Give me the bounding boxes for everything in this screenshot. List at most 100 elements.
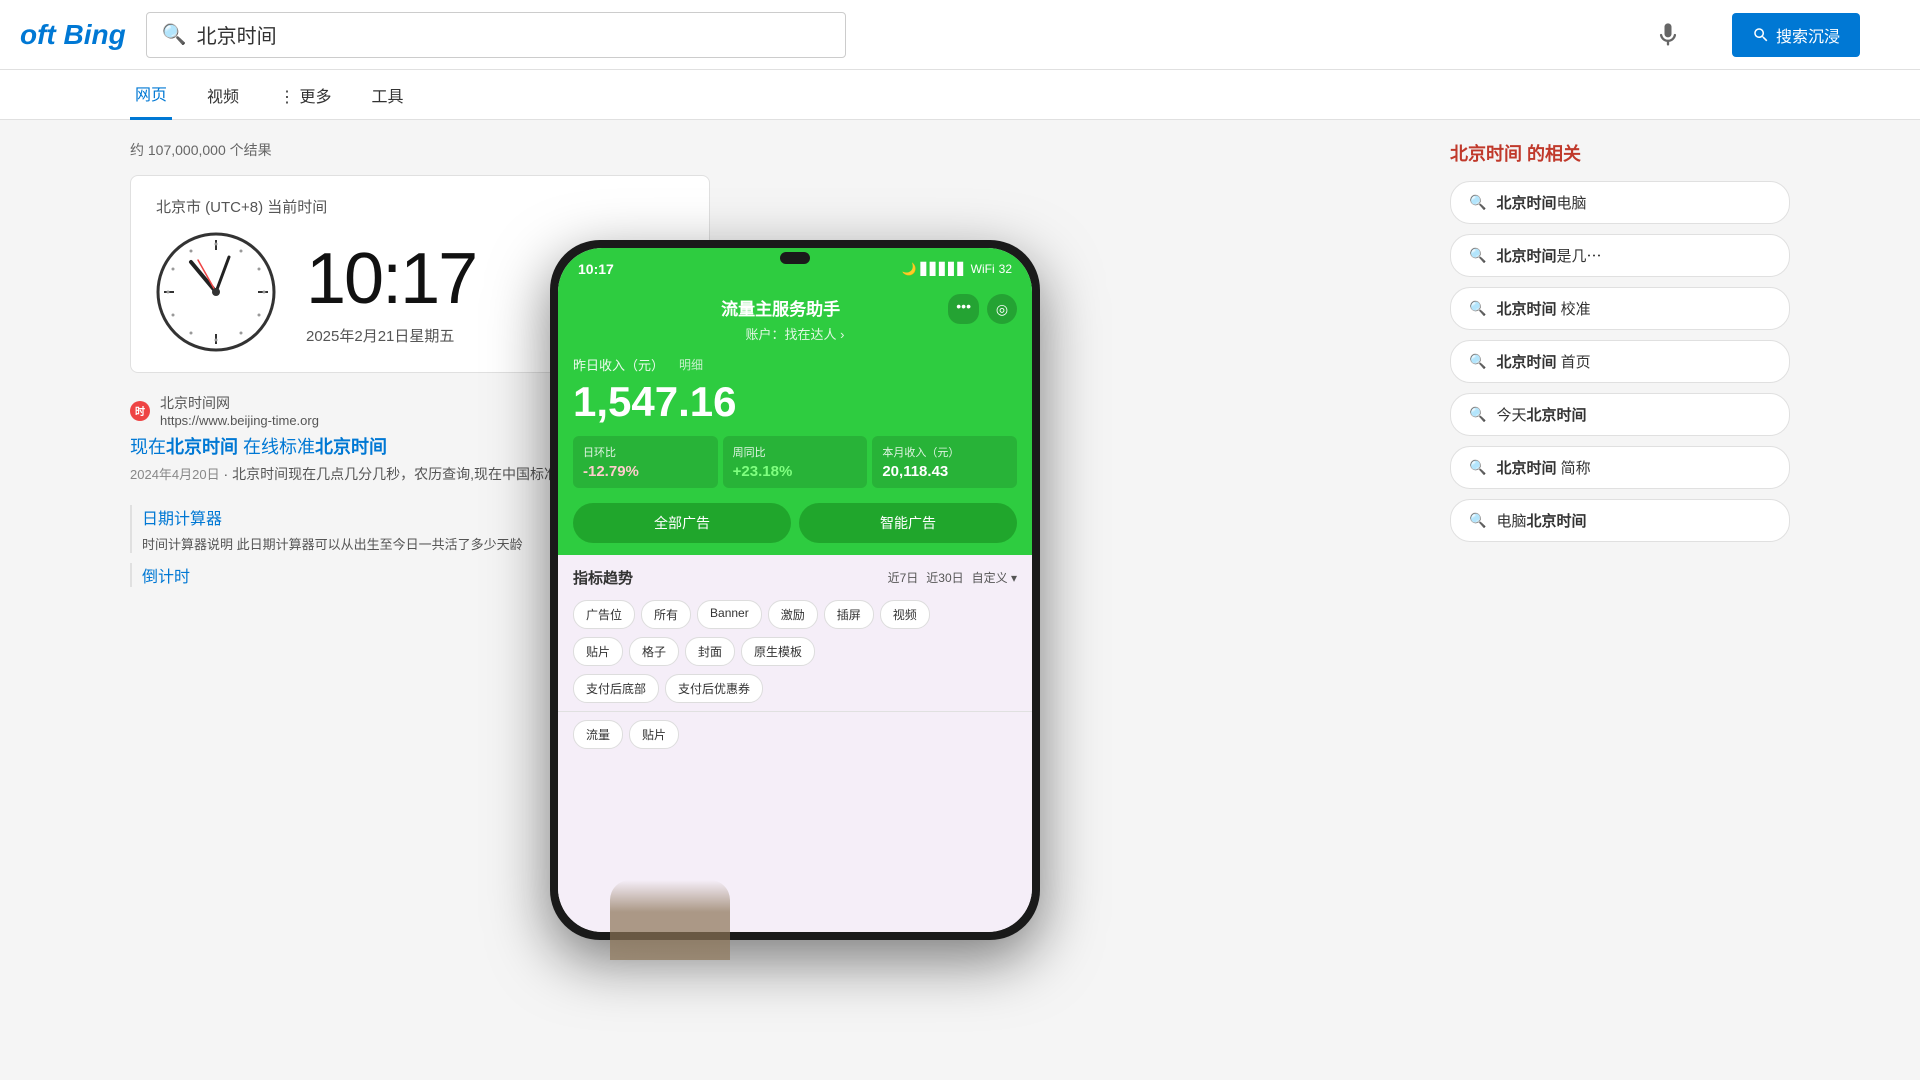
phone-notch [780,252,810,264]
tag-grid[interactable]: 格子 [629,637,679,666]
analog-clock [156,232,276,352]
highlight-1: 北京时间 [166,437,238,457]
related-search-icon-3: 🔍 [1469,353,1486,370]
stat-daily: 日环比 -12.79% [573,436,718,488]
time-widget-title: 北京市 (UTC+8) 当前时间 [156,196,684,217]
stat-daily-value: -12.79% [583,463,708,480]
search-icon: 🔍 [162,22,187,47]
tags-row-4: 流量 贴片 [573,720,1017,749]
all-ads-btn[interactable]: 全部广告 [573,503,791,543]
related-item-0[interactable]: 🔍 北京时间电脑 [1450,181,1790,224]
filter-30days[interactable]: 近30日 [926,569,963,586]
smart-ads-btn[interactable]: 智能广告 [799,503,1017,543]
nav-tabs: 网页 视频 ⋮ 更多 工具 [0,70,1920,120]
tag-all[interactable]: 所有 [641,600,691,629]
phone-status-time: 10:17 [578,261,614,277]
phone-stats: 日环比 -12.79% 周同比 +23.18% 本月收入（元） 20,118.4… [573,436,1017,488]
related-title-text: 北京时间 的相关 [1450,144,1581,164]
tab-tools[interactable]: 工具 [366,70,408,120]
related-item-label-5: 北京时间 简称 [1496,457,1590,478]
related-item-label-1: 北京时间是几⋯ [1496,245,1601,266]
related-item-label-2: 北京时间 校准 [1496,298,1590,319]
tag-traffic[interactable]: 流量 [573,720,623,749]
phone-status-bar: 10:17 🌙 ▋▋▋▋▋ WiFi 32 [558,248,1032,284]
search-input[interactable]: 北京时间 [197,20,830,49]
tag-pay-bottom[interactable]: 支付后底部 [573,674,659,703]
tag-adslot[interactable]: 广告位 [573,600,635,629]
search-button[interactable]: 搜索沉浸 [1732,13,1860,57]
search-btn-label: 搜索沉浸 [1776,23,1840,47]
bing-logo: oft Bing [20,19,126,51]
related-item-3[interactable]: 🔍 北京时间 首页 [1450,340,1790,383]
phone-earnings-row: 昨日收入（元） 明细 [573,355,1017,374]
result-date: 2024年4月20日 [130,467,220,482]
battery-icon: 32 [999,262,1012,276]
phone-account: 账户：找在达人 › [573,324,1017,343]
tags-row-1: 广告位 所有 Banner 激励 插屏 视频 [573,600,1017,629]
main-content: 约 107,000,000 个结果 北京市 (UTC+8) 当前时间 [0,120,1920,612]
related-item-label-3: 北京时间 首页 [1496,351,1590,372]
tag-cover[interactable]: 封面 [685,637,735,666]
related-title: 北京时间 的相关 [1450,140,1790,166]
related-item-label-0: 北京时间电脑 [1496,192,1586,213]
stat-monthly: 本月收入（元） 20,118.43 [872,436,1017,488]
related-item-5[interactable]: 🔍 北京时间 简称 [1450,446,1790,489]
header-right: 搜索沉浸 [1654,13,1860,57]
tag-patch[interactable]: 贴片 [573,637,623,666]
related-item-6[interactable]: 🔍 电脑北京时间 [1450,499,1790,542]
filter-7days[interactable]: 近7日 [888,569,919,586]
moon-icon: 🌙 [902,262,917,276]
signal-icon: ▋▋▋▋▋ [920,262,966,276]
tag-incentive[interactable]: 激励 [768,600,818,629]
section-title: 指标趋势 [573,567,633,588]
tag-sticker[interactable]: 贴片 [629,720,679,749]
stat-weekly-label: 周同比 [733,444,858,460]
tag-native[interactable]: 原生模板 [741,637,815,666]
header: oft Bing 🔍 北京时间 搜索沉浸 [0,0,1920,70]
related-search-icon-1: 🔍 [1469,247,1486,264]
phone-screen: 10:17 🌙 ▋▋▋▋▋ WiFi 32 流量主服务助手 [558,248,1032,932]
mic-button[interactable] [1654,21,1682,49]
tag-banner[interactable]: Banner [697,600,762,629]
related-list: 🔍 北京时间电脑 🔍 北京时间是几⋯ 🔍 北京时间 校准 🔍 北京时间 首页 🔍… [1450,181,1790,542]
phone-app-header: 流量主服务助手 ••• ◎ 账户：找在达人 › 昨日收入（元） 明细 1,547… [558,284,1032,503]
phone-amount: 1,547.16 [573,378,1017,426]
phone-body: 10:17 🌙 ▋▋▋▋▋ WiFi 32 流量主服务助手 [550,240,1040,940]
more-btn[interactable]: ••• [948,294,979,324]
related-search-icon-5: 🔍 [1469,459,1486,476]
hand-decoration [610,880,730,960]
right-column: 北京时间 的相关 🔍 北京时间电脑 🔍 北京时间是几⋯ 🔍 北京时间 校准 🔍 … [1450,140,1790,592]
phone-status-icons: 🌙 ▋▋▋▋▋ WiFi 32 [902,262,1012,276]
related-item-label-6: 电脑北京时间 [1496,510,1586,531]
tag-pay-coupon[interactable]: 支付后优惠券 [665,674,763,703]
related-search-icon-0: 🔍 [1469,194,1486,211]
search-bar[interactable]: 🔍 北京时间 [146,12,846,58]
related-item-4[interactable]: 🔍 今天北京时间 [1450,393,1790,436]
result-count: 约 107,000,000 个结果 [130,140,710,160]
phone-overlay: 10:17 🌙 ▋▋▋▋▋ WiFi 32 流量主服务助手 [530,240,1060,960]
filter-custom[interactable]: 自定义 ▾ [972,569,1017,586]
current-time: 10:17 [306,238,476,320]
stat-monthly-value: 20,118.43 [882,463,1007,480]
tab-more[interactable]: ⋮ 更多 [274,70,336,120]
tags-row-3: 支付后底部 支付后优惠券 [573,674,1017,703]
tab-video[interactable]: 视频 [202,70,244,120]
favicon: 时 [130,401,150,421]
current-date: 2025年2月21日星期五 [306,325,476,346]
phone-section-header: 指标趋势 近7日 近30日 自定义 ▾ [573,567,1017,588]
divider [558,711,1032,712]
tag-video[interactable]: 视频 [880,600,930,629]
highlight-2: 北京时间 [315,437,387,457]
related-item-2[interactable]: 🔍 北京时间 校准 [1450,287,1790,330]
time-info: 10:17 2025年2月21日星期五 [306,238,476,346]
related-item-1[interactable]: 🔍 北京时间是几⋯ [1450,234,1790,277]
tag-interstitial[interactable]: 插屏 [824,600,874,629]
phone-app-name: 流量主服务助手 [721,295,840,320]
tab-webpage[interactable]: 网页 [130,70,172,120]
target-icon[interactable]: ◎ [987,294,1017,324]
related-search-icon-2: 🔍 [1469,300,1486,317]
wifi-icon: WiFi [971,262,995,276]
related-search-icon-4: 🔍 [1469,406,1486,423]
stat-monthly-label: 本月收入（元） [882,444,1007,460]
stat-weekly: 周同比 +23.18% [723,436,868,488]
